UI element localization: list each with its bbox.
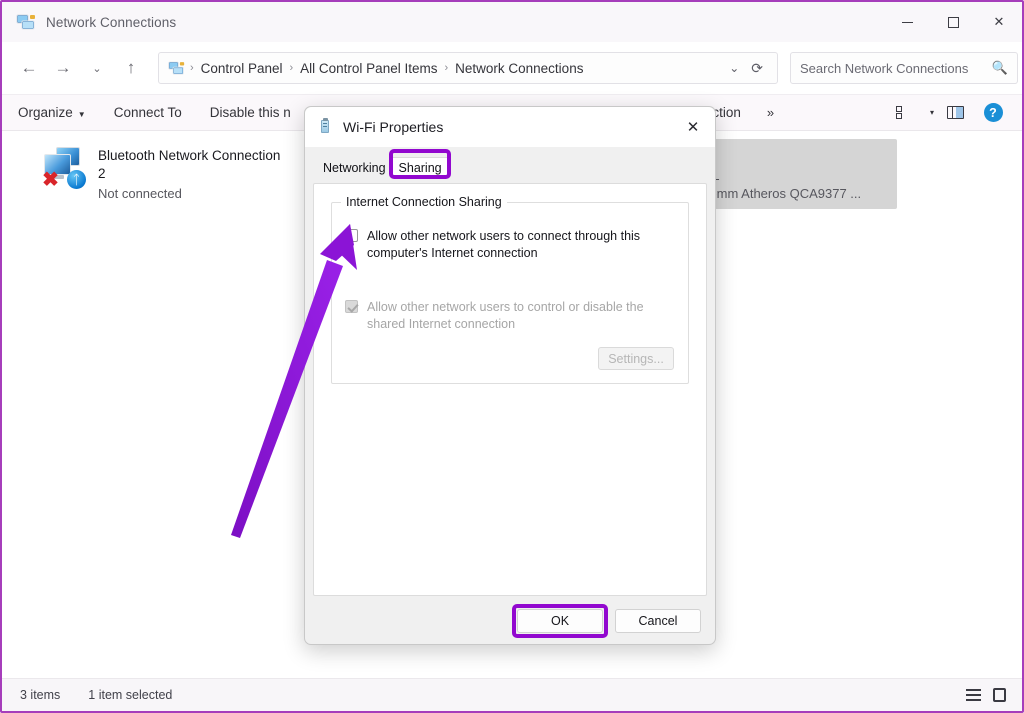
list-item-text: Bluetooth Network Connection 2 Not conne… xyxy=(98,145,284,203)
connection-name: Bluetooth Network Connection 2 xyxy=(98,148,281,181)
dialog-tabs: Networking Sharing xyxy=(317,157,449,179)
toolbar-right-group: ▾ ? xyxy=(887,98,1010,128)
connection-adapter: lcomm Atheros QCA9377 ... xyxy=(700,186,862,201)
list-item-text: i KIL lcomm Atheros QCA9377 ... xyxy=(700,145,861,203)
organize-label: Organize xyxy=(18,105,73,120)
help-button[interactable]: ? xyxy=(976,98,1010,128)
breadcrumb-separator: › xyxy=(289,62,294,74)
navigation-bar: ← → ⌄ ↑ › Control Panel › All Control Pa… xyxy=(2,42,1022,94)
dialog-title-bar: Wi-Fi Properties ✕ xyxy=(305,107,715,147)
connection-name: i xyxy=(700,147,861,165)
toolbar-overflow-button[interactable]: » xyxy=(755,105,786,120)
breadcrumb-item-all-control-panel-items[interactable]: All Control Panel Items xyxy=(298,61,439,76)
network-connections-icon xyxy=(16,14,36,31)
tab-networking[interactable]: Networking xyxy=(317,158,392,178)
window-controls: ✕ xyxy=(884,2,1022,42)
allow-control-label: Allow other network users to control or … xyxy=(367,300,644,331)
minimize-button[interactable] xyxy=(884,2,930,42)
breadcrumb-item-network-connections[interactable]: Network Connections xyxy=(453,61,585,76)
allow-connect-checkbox[interactable] xyxy=(345,229,358,242)
dialog-close-button[interactable]: ✕ xyxy=(671,107,715,147)
allow-control-checkbox xyxy=(345,300,358,313)
forward-button[interactable]: → xyxy=(46,51,80,85)
bluetooth-network-adapter-icon: ✖ ᛏ xyxy=(40,145,92,193)
address-bar[interactable]: › Control Panel › All Control Panel Item… xyxy=(158,52,778,84)
close-button[interactable]: ✕ xyxy=(976,2,1022,42)
connect-to-button[interactable]: Connect To xyxy=(100,105,196,120)
settings-button: Settings... xyxy=(598,347,674,370)
wifi-properties-dialog: Wi-Fi Properties ✕ Networking Sharing In… xyxy=(304,106,716,645)
breadcrumb-root-icon xyxy=(168,61,185,76)
cancel-button[interactable]: Cancel xyxy=(615,609,701,633)
tile-view-icon[interactable] xyxy=(993,688,1006,702)
breadcrumb-separator: › xyxy=(444,62,449,74)
list-item-wifi[interactable]: i KIL lcomm Atheros QCA9377 ... xyxy=(692,139,897,209)
preview-pane-icon xyxy=(946,106,964,119)
dialog-action-buttons: OK Cancel xyxy=(512,604,701,638)
allow-connect-checkbox-row[interactable]: Allow other network users to connect thr… xyxy=(345,228,674,262)
list-item-bluetooth-network-connection[interactable]: ✖ ᛏ Bluetooth Network Connection 2 Not c… xyxy=(32,139,292,209)
network-connections-window: Network Connections ✕ ← → ⌄ ↑ › Control xyxy=(0,0,1024,713)
tab-sharing[interactable]: Sharing xyxy=(391,157,449,179)
view-options-caret-icon[interactable]: ▾ xyxy=(930,108,934,117)
refresh-icon[interactable]: ⟳ xyxy=(751,60,771,77)
connection-status: Not connected xyxy=(98,186,182,201)
group-label: Internet Connection Sharing xyxy=(341,195,507,209)
view-options-button[interactable] xyxy=(887,98,921,128)
status-view-buttons xyxy=(966,688,1006,702)
window-title: Network Connections xyxy=(46,14,177,30)
breadcrumb-separator: › xyxy=(190,62,194,74)
ok-button[interactable]: OK xyxy=(517,609,603,633)
search-icon[interactable]: 🔍 xyxy=(992,60,1008,76)
up-button[interactable]: ↑ xyxy=(114,51,148,85)
chevron-down-icon[interactable]: ⌄ xyxy=(717,61,751,75)
disable-this-device-button[interactable]: Disable this n xyxy=(196,105,305,120)
help-icon: ? xyxy=(983,103,1003,122)
network-adapter-icon xyxy=(318,118,332,136)
title-bar: Network Connections ✕ xyxy=(2,2,1022,42)
maximize-button[interactable] xyxy=(930,2,976,42)
internet-connection-sharing-group: Internet Connection Sharing Allow other … xyxy=(331,195,689,384)
status-selection-count: 1 item selected xyxy=(88,688,173,702)
organize-button[interactable]: Organize ▼ xyxy=(2,105,100,120)
breadcrumb-item-control-panel[interactable]: Control Panel xyxy=(199,61,285,76)
status-item-count: 3 items xyxy=(20,688,61,702)
connection-status: KIL xyxy=(700,167,861,185)
dialog-title: Wi-Fi Properties xyxy=(343,119,444,135)
dialog-body: Networking Sharing Internet Connection S… xyxy=(305,147,715,644)
preview-pane-button[interactable] xyxy=(938,98,972,128)
ok-button-wrapper: OK xyxy=(512,604,608,638)
search-input[interactable] xyxy=(800,60,992,76)
status-bar: 3 items 1 item selected xyxy=(2,678,1022,711)
view-options-icon xyxy=(896,106,911,119)
chevron-down-icon: ▼ xyxy=(77,110,86,119)
back-button[interactable]: ← xyxy=(12,51,46,85)
allow-control-checkbox-row: Allow other network users to control or … xyxy=(345,299,674,333)
sharing-tab-panel: Internet Connection Sharing Allow other … xyxy=(313,183,707,596)
recent-locations-button[interactable]: ⌄ xyxy=(80,51,114,85)
search-box[interactable]: 🔍 xyxy=(790,52,1018,84)
list-view-icon[interactable] xyxy=(966,689,981,701)
allow-connect-label: Allow other network users to connect thr… xyxy=(367,229,641,260)
